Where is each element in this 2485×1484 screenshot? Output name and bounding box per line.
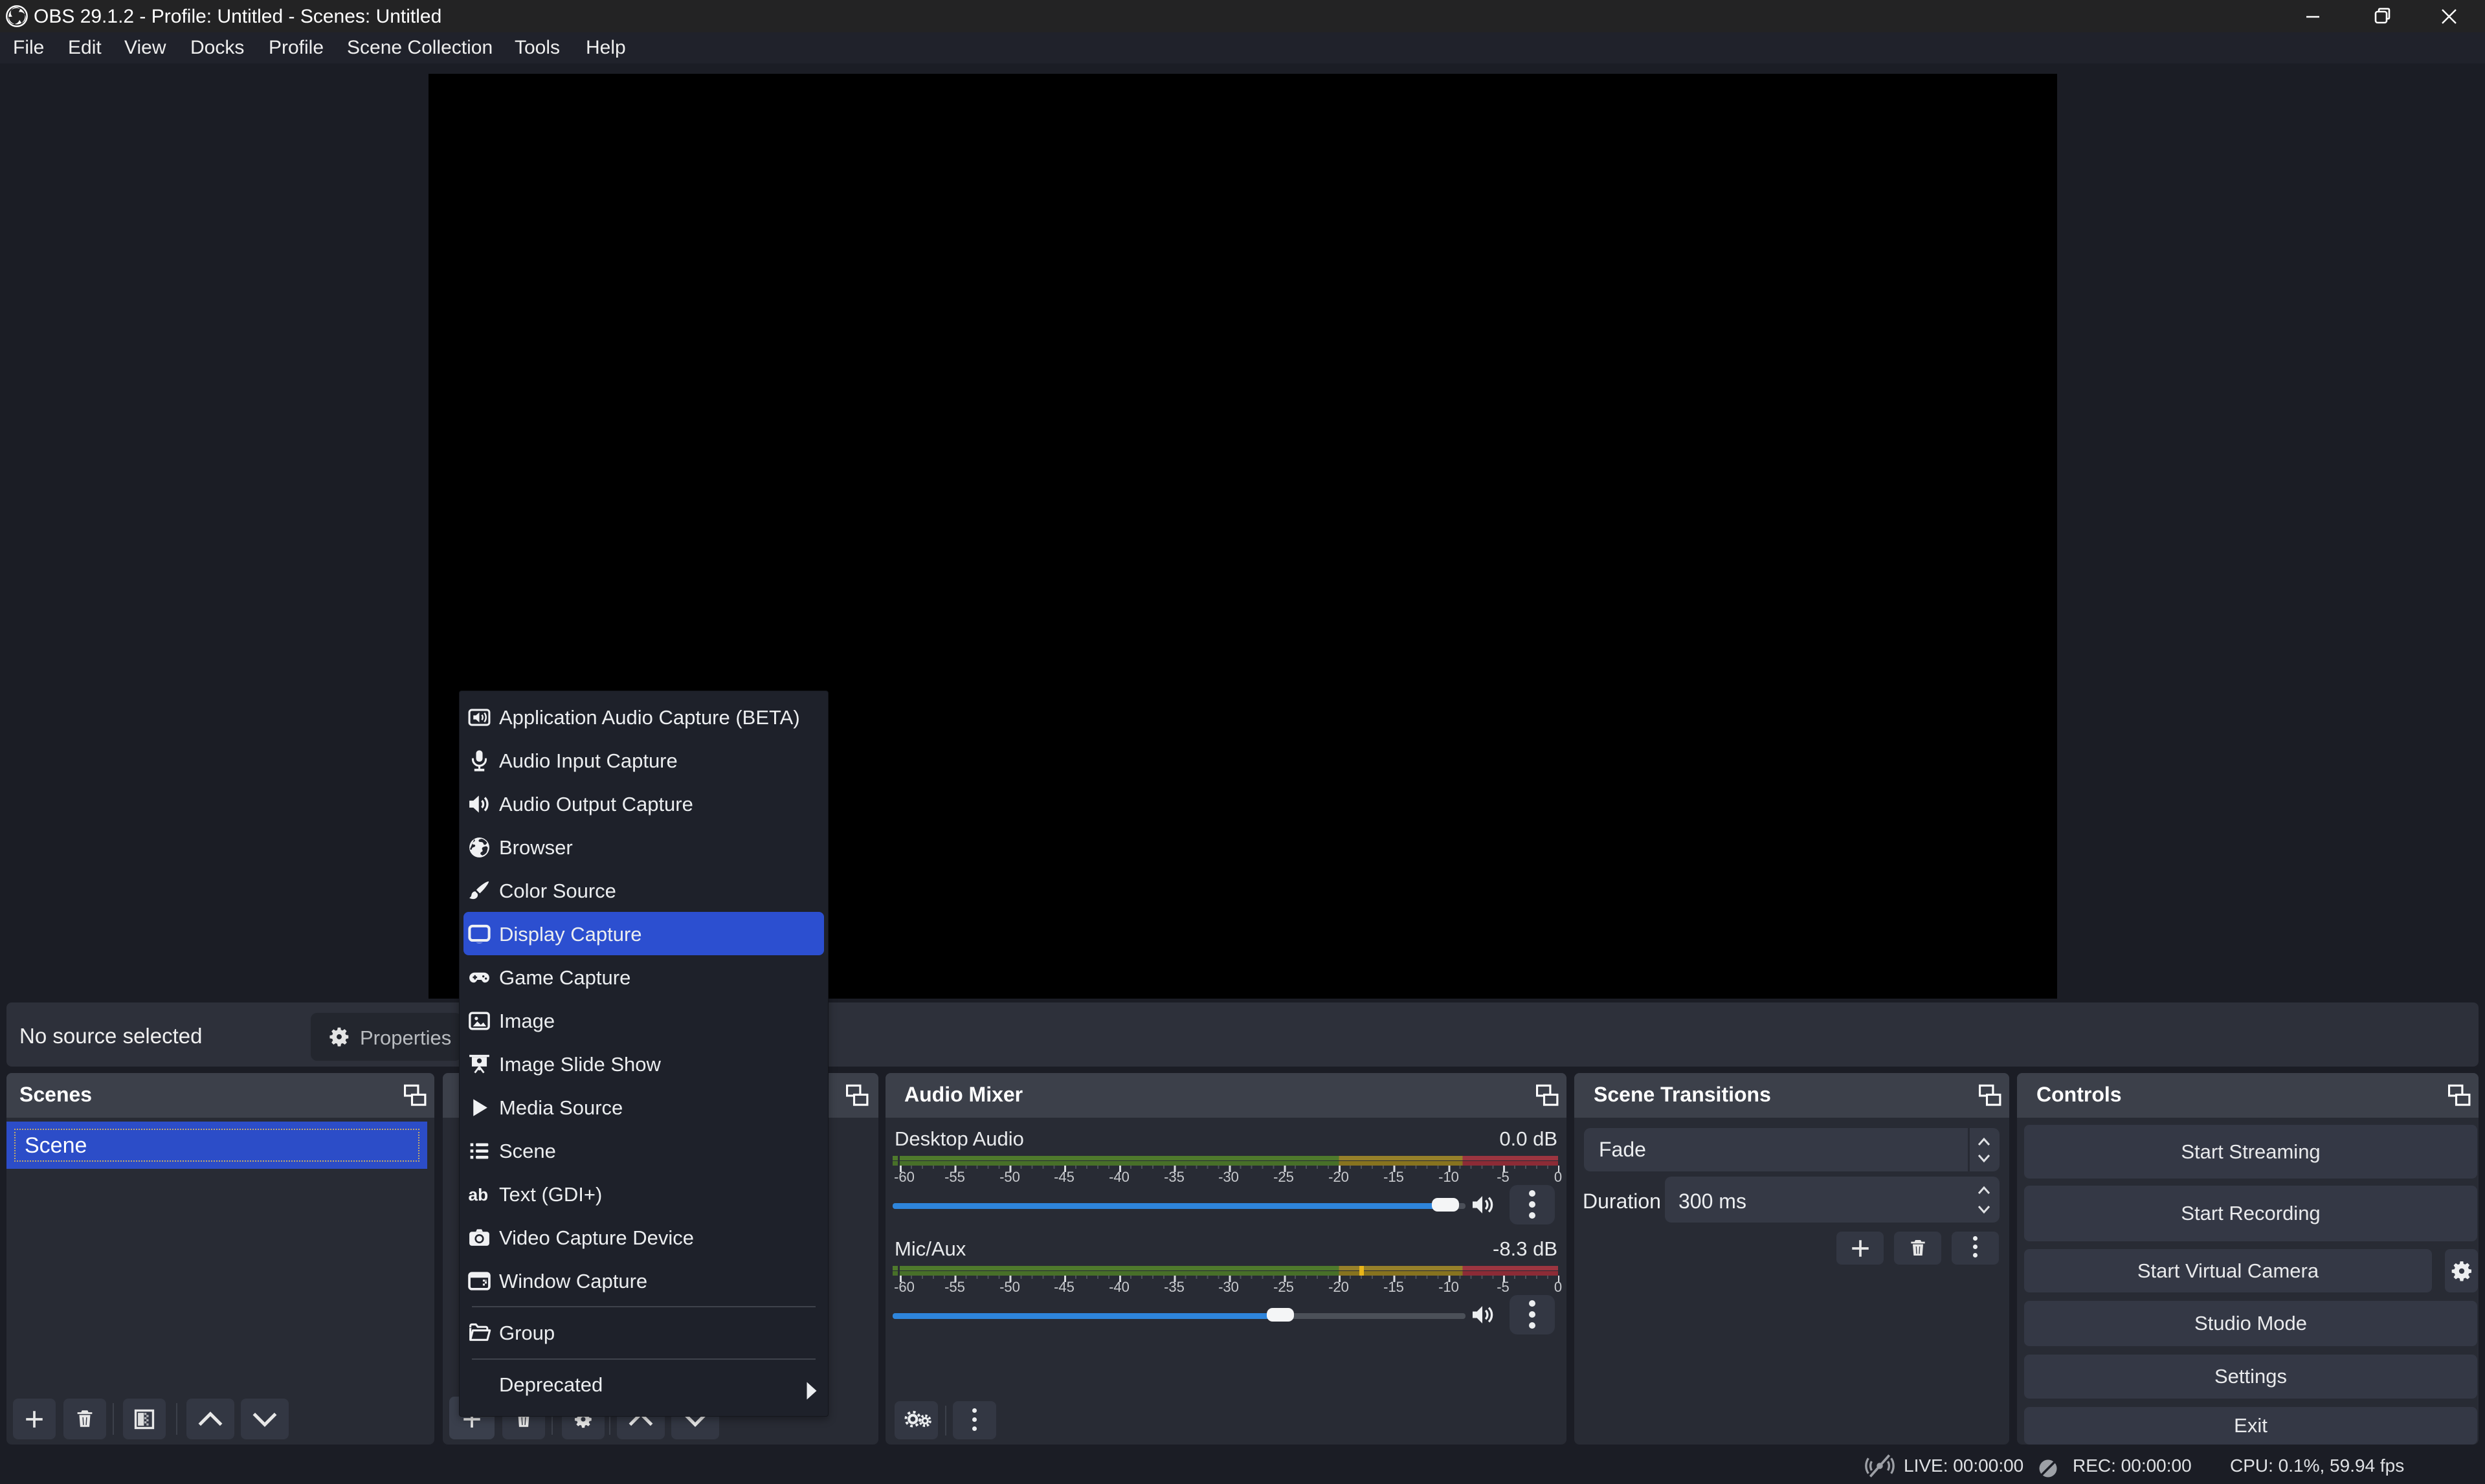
svg-text:ab: ab (469, 1185, 489, 1204)
